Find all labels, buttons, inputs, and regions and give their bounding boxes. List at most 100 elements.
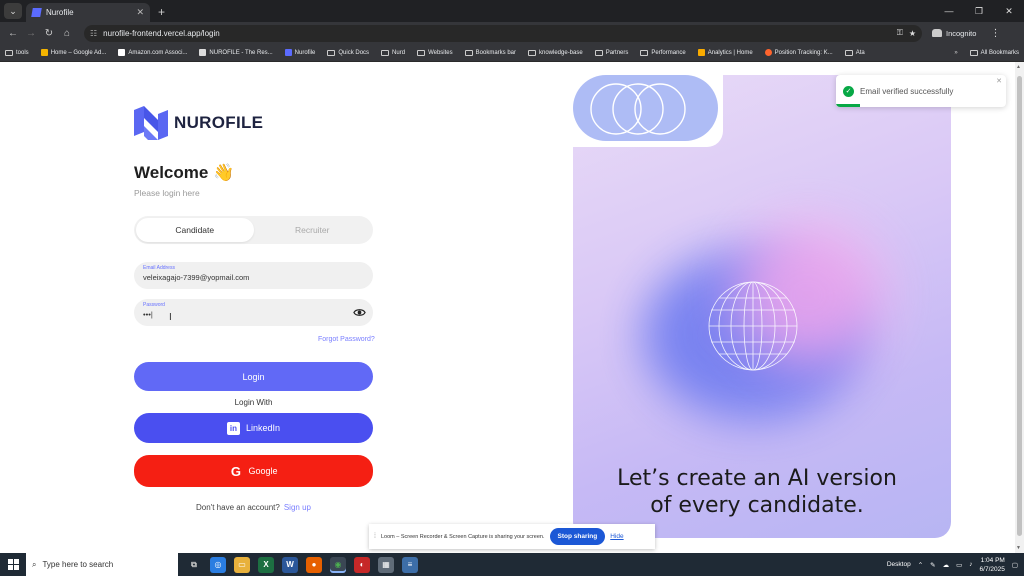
file-explorer-icon[interactable]: ▭ [234, 556, 250, 573]
more-bookmarks-icon[interactable]: » [954, 50, 957, 56]
nurofile-logo[interactable]: NUROFILE [134, 106, 263, 140]
bookmark-item[interactable]: Websites [417, 49, 453, 56]
app-icon[interactable]: ◐ [354, 556, 370, 573]
chrome-icon[interactable]: ◉ [330, 556, 346, 573]
calculator-icon[interactable]: ▦ [378, 556, 394, 573]
bookmark-item[interactable]: Analytics | Home [697, 49, 753, 56]
bookmark-item[interactable]: Nurofile [284, 49, 315, 56]
word-icon[interactable]: W [282, 556, 298, 573]
page-scrollbar[interactable]: ▲ ▼ [1015, 62, 1024, 553]
signup-prompt: Don't have an account? Sign up [134, 503, 373, 512]
bookmarks-bar: tools Home – Google Ad... Amazon.com Ass… [0, 44, 1024, 62]
nurofile-favicon-icon [31, 8, 42, 17]
browser-tab[interactable]: Nurofile ✕ [26, 3, 150, 22]
chevron-up-icon[interactable]: ⌃ [918, 561, 923, 569]
close-tab-icon[interactable]: ✕ [136, 7, 144, 18]
browser-menu-icon[interactable]: ⋮ [990, 28, 1000, 39]
folder-icon [5, 49, 13, 56]
bookmark-item[interactable]: tools [5, 49, 29, 56]
google-icon: G [230, 463, 242, 479]
linkedin-login-button[interactable]: in LinkedIn [134, 413, 373, 443]
email-field[interactable]: Email Address veleixagajo-7399@yopmail.c… [134, 262, 373, 289]
password-label: Password [143, 302, 165, 308]
site-info-icon[interactable]: ☷ [90, 29, 97, 38]
notepad-icon[interactable]: ≡ [402, 556, 418, 573]
scroll-up-icon[interactable]: ▲ [1016, 64, 1021, 70]
notion-icon [199, 49, 207, 56]
page-viewport: NUROFILE Welcome 👋 Please login here Can… [0, 62, 1024, 553]
bookmark-item[interactable]: Ata [844, 49, 865, 56]
restore-button[interactable]: ❐ [964, 0, 994, 22]
bookmark-item[interactable]: Home – Google Ad... [40, 49, 106, 56]
folder-icon [464, 49, 473, 56]
bookmark-item[interactable]: NUROFILE - The Res... [199, 49, 273, 56]
scrollbar-thumb[interactable] [1017, 76, 1022, 536]
loom-message: Loom – Screen Recorder & Screen Capture … [380, 533, 545, 540]
login-with-label: Login With [234, 398, 273, 407]
pen-icon[interactable]: ✎ [930, 561, 935, 569]
show-password-eye-icon[interactable] [353, 306, 366, 319]
forgot-password-link[interactable]: Forgot Password? [318, 336, 375, 343]
stop-sharing-button[interactable]: Stop sharing [549, 528, 606, 545]
task-view-icon[interactable]: ⧉ [186, 557, 202, 573]
tab-recruiter[interactable]: Recruiter [254, 218, 372, 242]
taskbar-search-placeholder: Type here to search [42, 560, 114, 569]
bookmark-item[interactable]: Position Tracking: K... [764, 49, 833, 56]
welcome-subtitle: Please login here [134, 188, 200, 198]
reload-button[interactable]: ↻ [40, 24, 58, 42]
google-login-button[interactable]: G Google [134, 455, 373, 487]
incognito-label: Incognito [946, 28, 977, 38]
close-window-button[interactable]: ✕ [994, 0, 1024, 22]
hide-banner-link[interactable]: Hide [610, 533, 623, 540]
notifications-icon[interactable]: ▢ [1012, 561, 1018, 569]
drag-handle-icon[interactable]: ⁞ [374, 533, 376, 540]
desktop-label[interactable]: Desktop [887, 561, 911, 568]
cloud-icon[interactable]: ☁ [943, 561, 950, 569]
minimize-button[interactable]: — [934, 0, 964, 22]
copilot-icon[interactable]: ◎ [210, 556, 226, 573]
taskbar-search[interactable]: ⌕ Type here to search [26, 553, 178, 576]
welcome-heading: Welcome 👋 [134, 163, 235, 182]
address-bar[interactable]: ☷ nurofile-frontend.vercel.app/login ⚿ ★ [84, 24, 922, 42]
windows-taskbar: ⌕ Type here to search ⧉ ◎ ▭ X W ● ◉ ◐ ▦ … [0, 553, 1024, 576]
bookmark-item[interactable]: Nurd [381, 49, 405, 56]
google-ads-icon [40, 49, 48, 56]
incognito-indicator[interactable]: Incognito [932, 29, 976, 38]
toast-progress-bar [836, 104, 860, 107]
bookmark-item[interactable]: Quick Docs [327, 49, 369, 56]
login-button[interactable]: Login [134, 362, 373, 391]
browser-toolbar: ← → ↻ ⌂ ☷ nurofile-frontend.vercel.app/l… [0, 22, 1024, 44]
folder-icon [417, 49, 426, 56]
bookmark-item[interactable]: Amazon.com Associ... [118, 49, 187, 56]
bookmark-item[interactable]: Partners [594, 49, 628, 56]
home-button[interactable]: ⌂ [58, 24, 76, 42]
overlapping-rings-icon [590, 83, 686, 135]
tab-candidate[interactable]: Candidate [136, 218, 254, 242]
clock-time: 1:04 PM [980, 556, 1005, 564]
excel-icon[interactable]: X [258, 556, 274, 573]
forward-button[interactable]: → [22, 24, 40, 42]
login-button-label: Login [242, 371, 265, 382]
network-icon[interactable]: ▭ [956, 561, 962, 569]
scroll-down-icon[interactable]: ▼ [1016, 545, 1021, 551]
tagline-line-2: of every candidate. [650, 493, 864, 518]
back-button[interactable]: ← [4, 24, 22, 42]
key-icon[interactable]: ⚿ [897, 28, 903, 38]
bookmark-star-icon[interactable]: ★ [909, 29, 916, 38]
new-tab-button[interactable]: + [158, 5, 165, 19]
signup-link[interactable]: Sign up [284, 503, 311, 512]
search-icon: ⌕ [32, 559, 37, 569]
volume-icon[interactable]: ♪ [969, 561, 972, 568]
clock[interactable]: 1:04 PM 6/7/2025 [980, 556, 1005, 574]
all-bookmarks-button[interactable]: All Bookmarks [969, 49, 1019, 56]
bookmark-item[interactable]: knowledge-base [528, 49, 583, 56]
tab-search-button[interactable]: ⌄ [4, 3, 22, 19]
folder-icon [594, 49, 603, 56]
bookmark-item[interactable]: Performance [640, 49, 686, 56]
url-text: nurofile-frontend.vercel.app/login [103, 28, 220, 38]
bookmark-item[interactable]: Bookmarks bar [464, 49, 516, 56]
toast-close-icon[interactable]: ✕ [996, 77, 1002, 85]
firefox-icon[interactable]: ● [306, 556, 322, 573]
incognito-icon [932, 29, 942, 37]
start-button[interactable] [0, 553, 26, 576]
